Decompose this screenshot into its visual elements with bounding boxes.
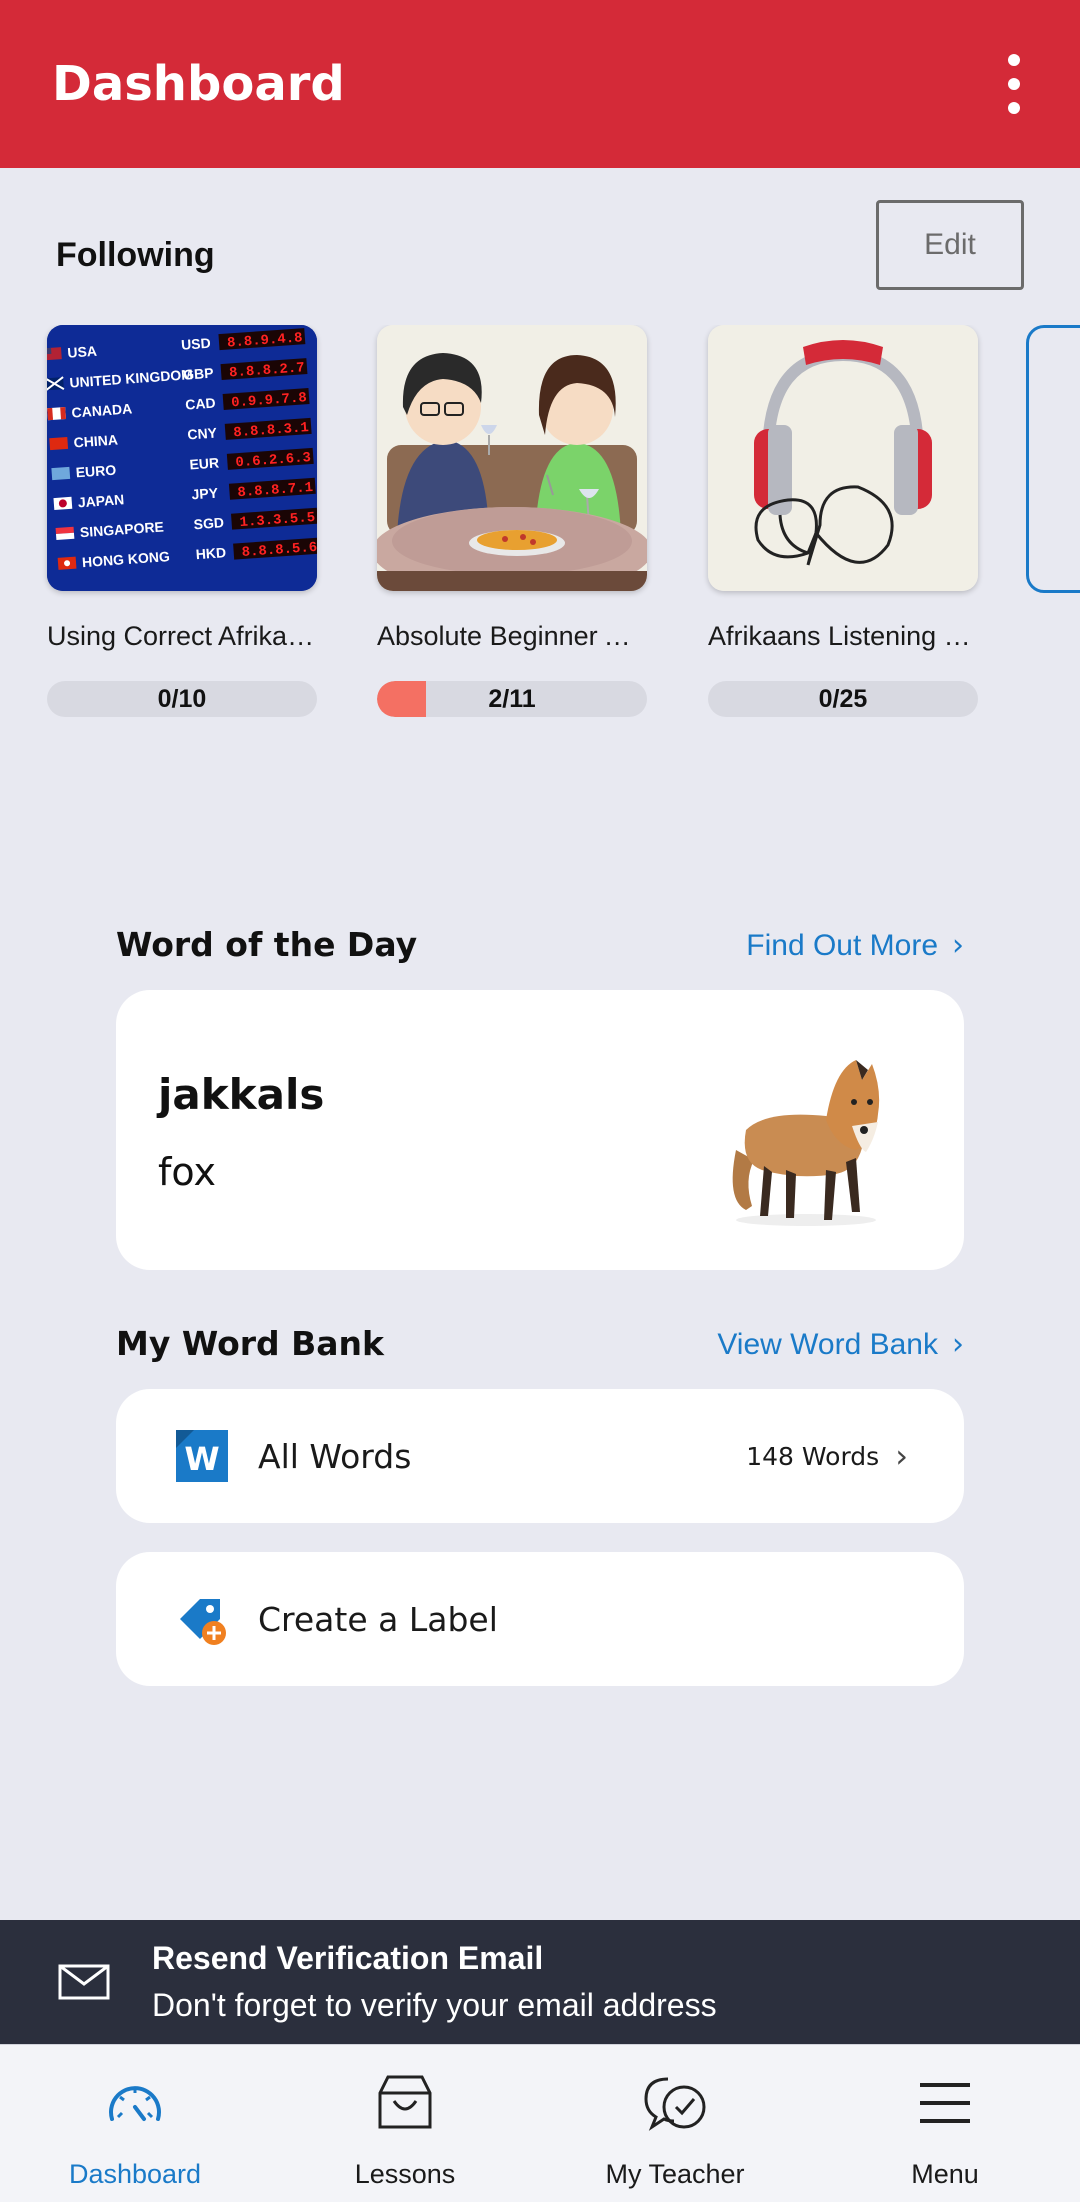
word-of-the-day-title: Word of the Day (116, 925, 418, 964)
find-out-more-link[interactable]: Find Out More › (746, 928, 964, 963)
lessons-inbox-icon (378, 2075, 432, 2129)
following-header: Following Edit (56, 200, 1024, 290)
course-progress-bar: 2/11 (377, 681, 647, 717)
chevron-right-icon: › (952, 1327, 964, 1362)
progress-label: 0/25 (818, 684, 868, 713)
svg-text:HKD: HKD (195, 544, 226, 562)
all-words-label: All Words (258, 1436, 412, 1476)
svg-text:EURO: EURO (75, 462, 117, 481)
following-courses: USA USD 8.8.9.4.8 UNITED KINGDOM GBP 8.8.8… (0, 325, 1080, 765)
svg-text:EUR: EUR (189, 454, 220, 472)
svg-text:SGD: SGD (193, 514, 224, 532)
nav-label: My Teacher (605, 2159, 745, 2189)
svg-text:GBP: GBP (183, 365, 214, 383)
course-progress-bar: 0/25 (708, 681, 978, 717)
svg-text:USA: USA (67, 343, 98, 361)
nav-label: Dashboard (68, 2159, 202, 2189)
hamburger-menu-icon (920, 2083, 970, 2123)
verification-banner[interactable]: Resend Verification Email Don't forget t… (0, 1920, 1080, 2044)
all-words-count: 148 Words (746, 1441, 880, 1471)
kebab-menu-icon[interactable] (994, 39, 1034, 129)
all-words-row[interactable]: W All Words 148 Words › (116, 1389, 964, 1523)
nav-label: Menu (911, 2159, 979, 2189)
view-word-bank-link[interactable]: View Word Bank › (717, 1327, 964, 1362)
course-progress-bar: 0/10 (47, 681, 317, 717)
course-thumbnail-exchange-board: USA USD 8.8.9.4.8 UNITED KINGDOM GBP 8.8.8… (47, 325, 317, 591)
svg-text:CAD: CAD (185, 395, 216, 413)
word-of-the-day-word: jakkals (158, 1070, 325, 1119)
course-thumbnail-dining-couple (377, 325, 647, 591)
svg-text:JPY: JPY (191, 485, 219, 503)
word-of-the-day-translation: fox (158, 1150, 216, 1194)
svg-text:W: W (184, 1440, 219, 1478)
progress-label: 2/11 (488, 684, 536, 713)
course-title: Using Correct Afrikaans at the Ba… (47, 621, 317, 651)
chevron-right-icon: › (952, 928, 964, 963)
word-bank-title: My Word Bank (116, 1324, 384, 1363)
course-title: Absolute Beginner Afrikaans for Every… (377, 621, 647, 651)
svg-text:USD: USD (181, 335, 212, 353)
following-title: Following (56, 236, 215, 274)
course-card[interactable]: USA USD 8.8.9.4.8 UNITED KINGDOM GBP 8.8.8… (47, 325, 317, 717)
envelope-icon (58, 1964, 110, 2000)
course-title: Afrikaans Listening Comprehension for… (708, 621, 978, 651)
bottom-nav: Dashboard Lessons My Teacher Menu (0, 2044, 1080, 2202)
course-card-partial[interactable] (1026, 325, 1080, 593)
nav-my-teacher[interactable]: My Teacher (540, 2045, 810, 2202)
dashboard-gauge-icon (109, 2086, 161, 2121)
add-tag-icon (180, 1599, 226, 1645)
nav-dashboard[interactable]: Dashboard (0, 2045, 270, 2202)
chat-bubbles-icon (644, 2077, 706, 2131)
svg-text:CHINA: CHINA (73, 431, 118, 450)
banner-subtitle: Don't forget to verify your email addres… (152, 1987, 717, 2023)
word-document-icon: W (176, 1430, 228, 1482)
create-label-label: Create a Label (258, 1599, 498, 1639)
svg-text:CNY: CNY (187, 424, 218, 442)
fox-image (732, 1060, 880, 1226)
course-card[interactable]: Afrikaans Listening Comprehension for… 0… (708, 325, 978, 717)
page-title: Dashboard (52, 56, 345, 112)
course-thumbnail-headphones (708, 325, 978, 591)
nav-lessons[interactable]: Lessons (270, 2045, 540, 2202)
edit-button[interactable]: Edit (876, 200, 1024, 290)
app-bar: Dashboard (0, 0, 1080, 168)
chevron-right-icon: › (895, 1437, 908, 1475)
view-word-bank-label: View Word Bank (717, 1327, 938, 1361)
course-card[interactable]: Absolute Beginner Afrikaans for Every… 2… (377, 325, 647, 717)
banner-title: Resend Verification Email (152, 1940, 544, 1976)
svg-text:JAPAN: JAPAN (77, 491, 124, 510)
word-of-the-day-card[interactable]: jakkals fox (116, 990, 964, 1270)
nav-label: Lessons (354, 2159, 456, 2189)
find-out-more-label: Find Out More (746, 928, 938, 962)
nav-menu[interactable]: Menu (810, 2045, 1080, 2202)
progress-label: 0/10 (157, 684, 207, 713)
create-label-row[interactable]: Create a Label (116, 1552, 964, 1686)
